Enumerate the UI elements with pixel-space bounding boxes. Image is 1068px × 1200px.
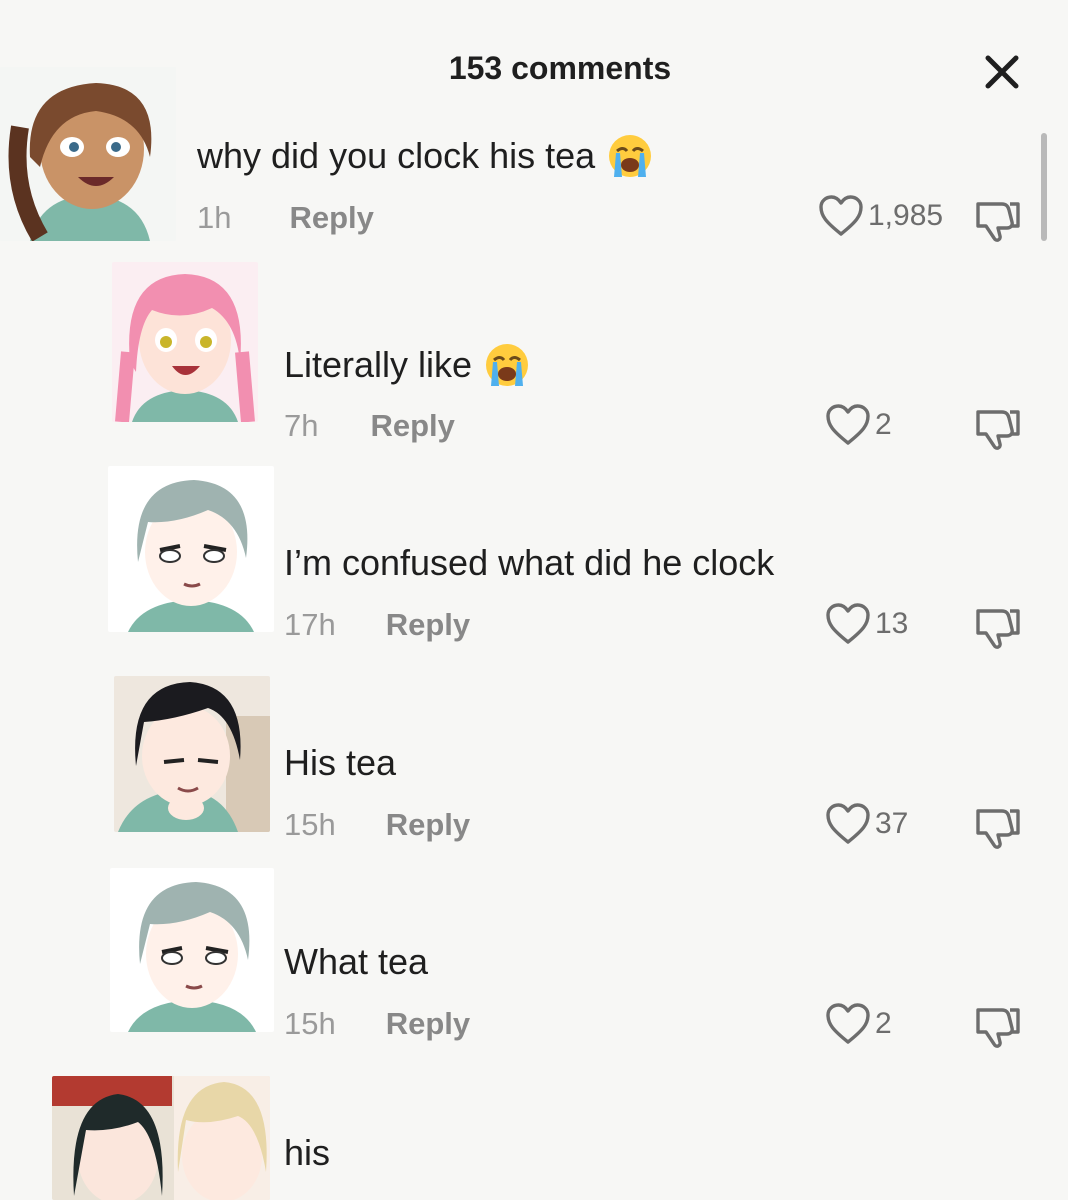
comment-time: 15h <box>284 1006 336 1041</box>
heart-outline-icon <box>826 603 870 644</box>
scrollbar[interactable] <box>1041 133 1047 241</box>
comment-time: 7h <box>284 408 319 443</box>
heart-outline-icon <box>826 803 870 844</box>
reply-button[interactable]: Reply <box>370 408 454 444</box>
comment-text: Literally like <box>284 344 473 385</box>
thumbs-down-icon <box>976 1008 1020 1048</box>
reply-button[interactable]: Reply <box>386 1006 470 1042</box>
dislike-button[interactable] <box>974 605 1022 654</box>
reply-button[interactable]: Reply <box>386 607 470 643</box>
like-button[interactable]: 37 <box>825 802 908 846</box>
close-icon <box>985 55 1019 89</box>
avatar[interactable] <box>114 676 270 832</box>
comment-text: why did you clock his tea <box>197 135 596 176</box>
comment-time: 1h <box>197 200 232 235</box>
like-count: 1,985 <box>868 199 944 232</box>
avatar[interactable] <box>108 466 274 632</box>
avatar[interactable] <box>112 262 258 422</box>
reply-button[interactable]: Reply <box>289 200 373 236</box>
like-button[interactable]: 13 <box>825 602 908 646</box>
like-button[interactable]: 1,985 <box>818 194 943 238</box>
avatar[interactable] <box>110 868 274 1032</box>
reply-button[interactable]: Reply <box>386 807 470 843</box>
heart-outline-icon <box>819 195 863 236</box>
comment-text: I’m confused what did he clock <box>284 542 775 583</box>
dislike-button[interactable] <box>974 406 1022 455</box>
thumbs-down-icon <box>976 202 1020 242</box>
avatar[interactable] <box>0 67 176 241</box>
avatar[interactable] <box>52 1076 270 1200</box>
like-count: 2 <box>875 1007 892 1040</box>
like-count: 2 <box>875 408 892 441</box>
thumbs-down-icon <box>976 609 1020 649</box>
loudly-crying-face-emoji-icon <box>609 135 652 177</box>
dislike-button[interactable] <box>974 1004 1022 1053</box>
like-count: 13 <box>875 607 909 640</box>
thumbs-down-icon <box>976 410 1020 450</box>
dislike-button[interactable] <box>974 805 1022 854</box>
like-count: 37 <box>875 807 909 840</box>
heart-outline-icon <box>826 404 870 445</box>
close-button[interactable] <box>980 50 1024 94</box>
comments-sheet: 153 comments why did you clock his tea 1… <box>0 0 1068 1200</box>
comment-text: What tea <box>284 941 429 982</box>
dislike-button[interactable] <box>974 198 1022 247</box>
like-button[interactable]: 2 <box>825 403 892 447</box>
heart-outline-icon <box>826 1003 870 1044</box>
thumbs-down-icon <box>976 809 1020 849</box>
loudly-crying-face-emoji-icon <box>486 344 529 386</box>
like-button[interactable]: 2 <box>825 1002 892 1046</box>
comment-text: his <box>284 1132 331 1173</box>
comment-text: His tea <box>284 742 397 783</box>
comment-time: 15h <box>284 807 336 842</box>
comment-time: 17h <box>284 607 336 642</box>
